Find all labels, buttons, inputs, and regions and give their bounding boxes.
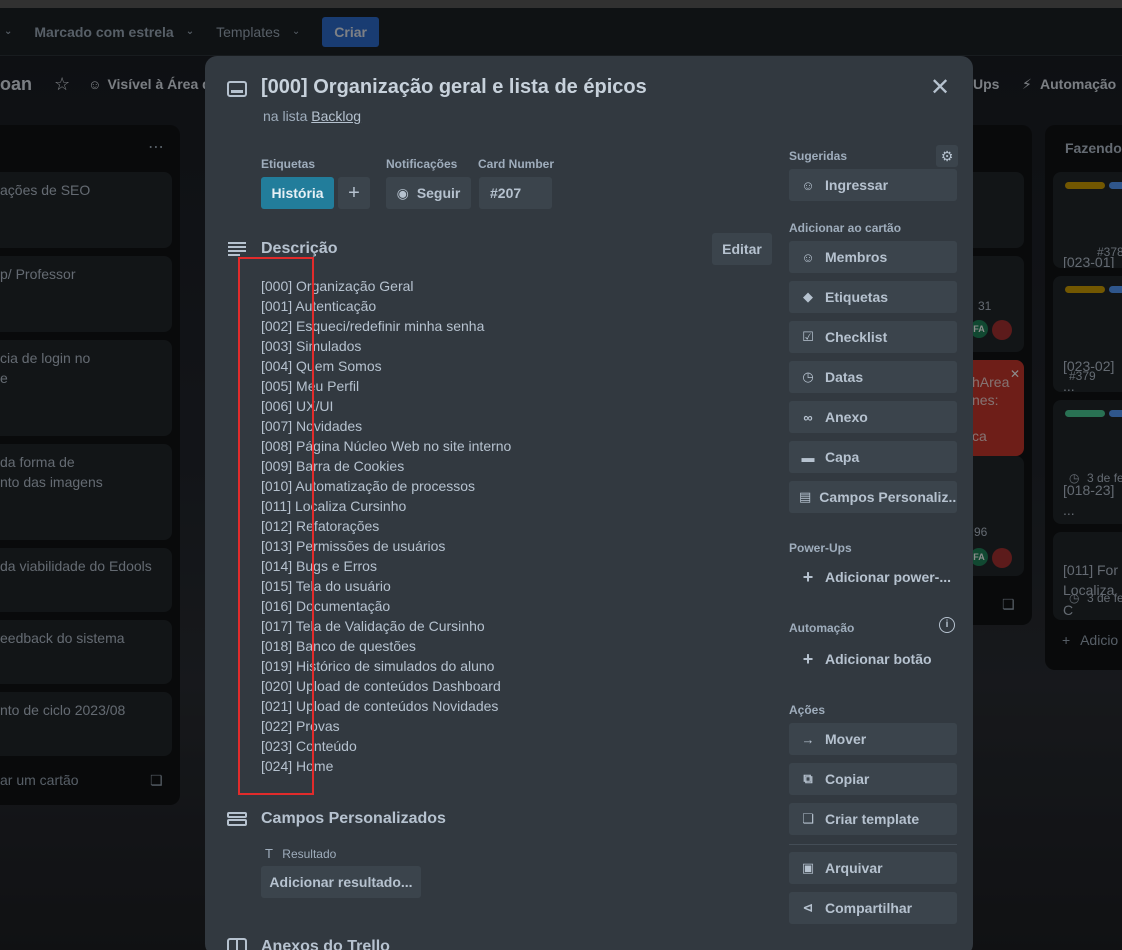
make-template-button[interactable]: ❏ Criar template — [789, 803, 957, 835]
suggested-heading: Sugeridas — [789, 149, 848, 163]
checklist-label: Checklist — [825, 329, 888, 345]
checkbox-icon: ☑ — [802, 329, 814, 344]
card-title[interactable]: [000] Organização geral e lista de épico… — [261, 76, 647, 99]
attachment-label: Anexo — [825, 409, 868, 425]
cover-icon: ▬ — [801, 449, 815, 465]
labels-button[interactable]: ◆ Etiquetas — [789, 281, 957, 313]
copy-icon: ⧉ — [803, 771, 813, 786]
tag-icon: ◆ — [803, 289, 813, 304]
result-label-text: Resultado — [282, 847, 337, 861]
members-button[interactable]: ☺ Membros — [789, 241, 957, 273]
gear-icon[interactable]: ⚙ — [936, 145, 958, 167]
custom-fields-button[interactable]: ▤ Campos Personaliz... — [789, 481, 957, 513]
automation-heading: Automação — [789, 621, 855, 635]
members-label: Membros — [825, 249, 888, 265]
move-label: Mover — [825, 731, 867, 747]
dates-button[interactable]: ◷ Datas — [789, 361, 957, 393]
highlight-box — [238, 257, 314, 795]
info-icon[interactable]: i — [939, 617, 955, 633]
edit-description-button[interactable]: Editar — [712, 233, 772, 265]
share-label: Compartilhar — [825, 900, 913, 916]
labels-label: Etiquetas — [825, 289, 889, 305]
copy-label: Copiar — [825, 771, 870, 787]
follow-label: Seguir — [416, 185, 461, 201]
join-button[interactable]: ☺ Ingressar — [789, 169, 957, 201]
custom-fields-icon — [227, 812, 247, 826]
label-historia[interactable]: História — [261, 177, 334, 209]
custom-fields-label: Campos Personaliz... — [819, 489, 957, 505]
card-number-heading: Card Number — [478, 157, 555, 171]
description-icon — [228, 242, 246, 256]
follow-button[interactable]: ◉ Seguir — [386, 177, 471, 209]
dates-label: Datas — [825, 369, 864, 385]
archive-icon: ▣ — [801, 860, 815, 875]
card-list-location: na lista Backlog — [263, 108, 361, 124]
copy-button[interactable]: ⧉ Copiar — [789, 763, 957, 795]
description-heading: Descrição — [261, 240, 338, 257]
actions-heading: Ações — [789, 703, 826, 717]
archive-button[interactable]: ▣ Arquivar — [789, 852, 957, 884]
trello-board-icon — [227, 938, 247, 950]
archive-label: Arquivar — [825, 860, 883, 876]
clock-icon: ◷ — [802, 369, 814, 384]
add-to-card-heading: Adicionar ao cartão — [789, 221, 902, 235]
paperclip-icon: ∞ — [803, 409, 813, 425]
make-template-label: Criar template — [825, 811, 920, 827]
card-detail-modal: [000] Organização geral e lista de épico… — [205, 56, 973, 950]
share-button[interactable]: ⊲ Compartilhar — [789, 892, 957, 924]
list-link[interactable]: Backlog — [311, 108, 361, 124]
person-icon: ☺ — [801, 249, 815, 265]
in-list-prefix: na lista — [263, 108, 308, 124]
eye-icon: ◉ — [396, 184, 409, 201]
add-label-button[interactable]: + — [338, 177, 370, 209]
add-power-up-button[interactable]: + Adicionar power-... — [789, 561, 957, 593]
join-label: Ingressar — [825, 177, 889, 193]
trello-attachments-heading: Anexos do Trello — [261, 938, 390, 950]
text-type-icon: T — [265, 846, 273, 861]
add-button-label: Adicionar botão — [825, 651, 932, 667]
actions-divider — [789, 844, 957, 845]
custom-fields-heading: Campos Personalizados — [261, 810, 446, 827]
add-power-up-label: Adicionar power-... — [825, 569, 952, 585]
labels-heading: Etiquetas — [261, 157, 316, 171]
arrow-right-icon: → — [801, 731, 815, 747]
card-icon — [227, 81, 247, 97]
result-field-label: T Resultado — [265, 846, 336, 861]
add-result-button[interactable]: Adicionar resultado... — [261, 866, 421, 898]
person-icon: ☺ — [801, 177, 815, 193]
close-icon[interactable]: ✕ — [927, 76, 953, 102]
share-icon: ⊲ — [802, 900, 814, 915]
checklist-button[interactable]: ☑ Checklist — [789, 321, 957, 353]
template-icon: ❏ — [802, 811, 814, 826]
custom-fields-icon: ▤ — [799, 489, 812, 504]
cover-label: Capa — [825, 449, 860, 465]
power-ups-heading: Power-Ups — [789, 541, 852, 555]
plus-icon: + — [802, 648, 814, 669]
notifications-heading: Notificações — [386, 157, 458, 171]
plus-icon: + — [802, 566, 814, 587]
attachment-button[interactable]: ∞ Anexo — [789, 401, 957, 433]
card-number-field[interactable]: #207 — [479, 177, 552, 209]
move-button[interactable]: → Mover — [789, 723, 957, 755]
add-automation-button[interactable]: + Adicionar botão — [789, 643, 957, 675]
cover-button[interactable]: ▬ Capa — [789, 441, 957, 473]
